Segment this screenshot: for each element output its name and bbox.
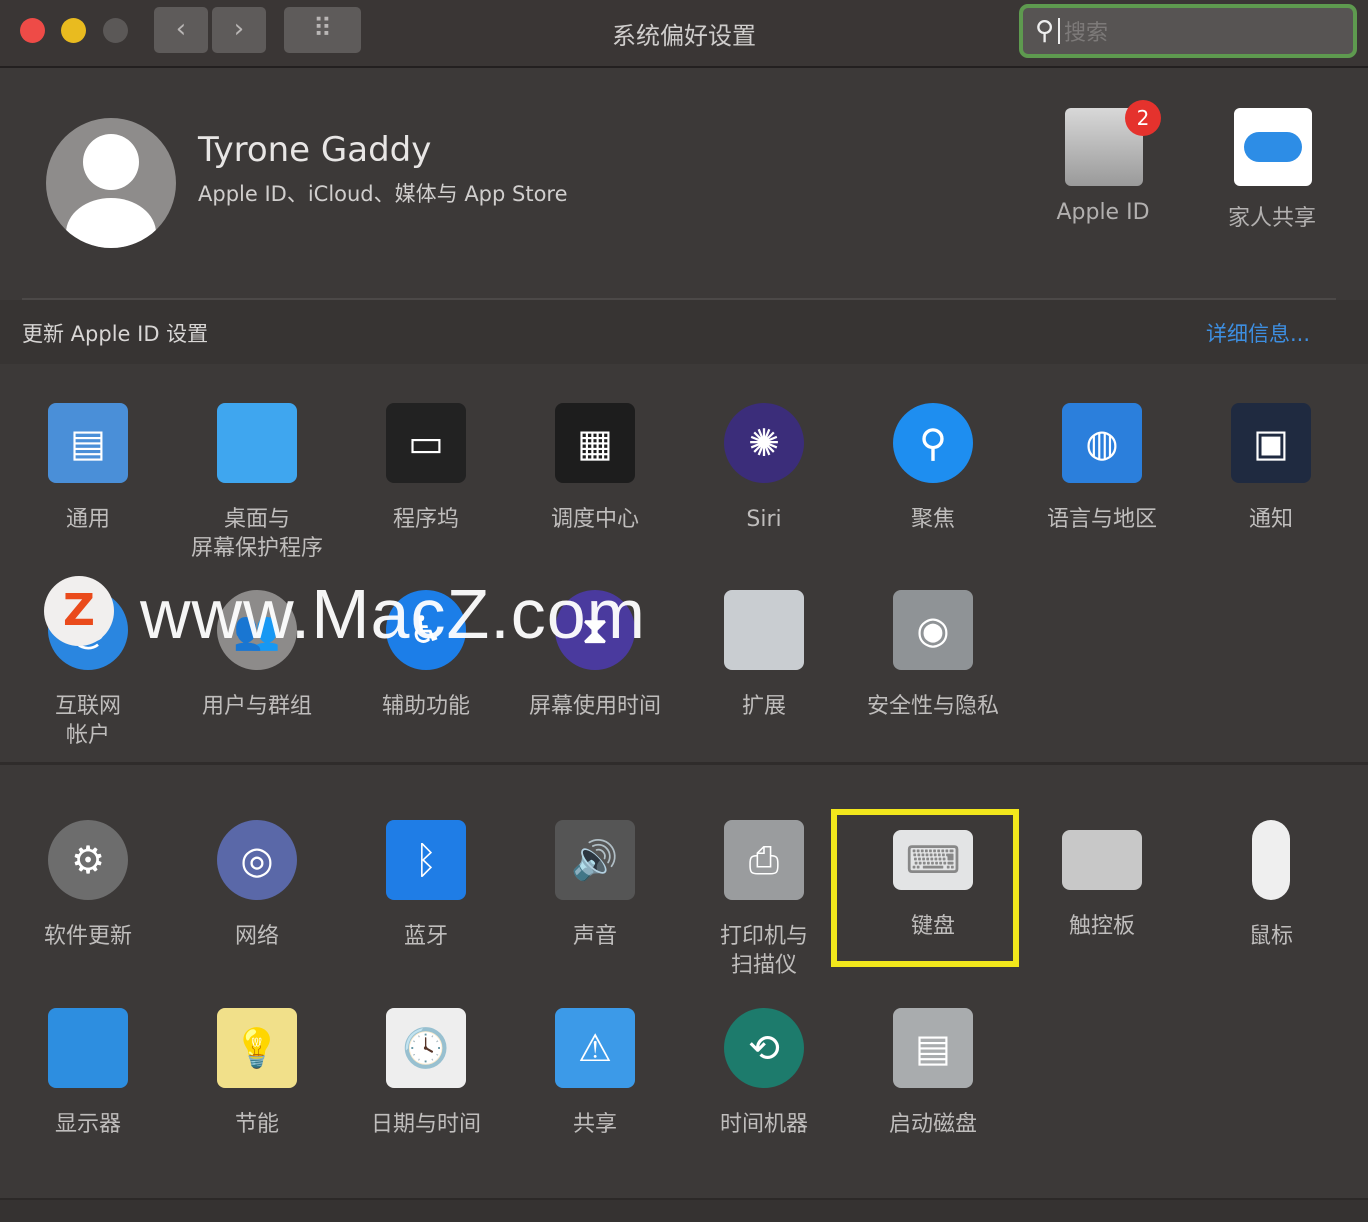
banner-text: 更新 Apple ID 设置 [22, 322, 209, 346]
pane-label: 鼠标 [1248, 924, 1293, 949]
section-divider [0, 762, 1368, 765]
title-bar: ‹ › ⠿ 系统偏好设置 ⚲ 搜索 [0, 0, 1368, 68]
mission-control-icon: ▦ [555, 403, 635, 483]
search-placeholder: 搜索 [1064, 21, 1109, 46]
pane-bluetooth[interactable]: ᛒ 蓝牙 [346, 820, 506, 951]
notifications-icon: ▣ [1231, 403, 1311, 483]
pane-label: 触控板 [1068, 914, 1135, 939]
pane-startup-disk[interactable]: ▤ 启动磁盘 [853, 1008, 1013, 1139]
network-icon: ◎ [217, 820, 297, 900]
pane-label: 蓝牙 [403, 924, 448, 949]
trackpad-icon [1062, 830, 1142, 890]
pane-label: 节能 [234, 1112, 279, 1137]
apple-id-label[interactable]: Apple ID [1018, 200, 1188, 225]
time-machine-icon: ⟲ [724, 1008, 804, 1088]
watermark-text: www.MacZ.com [140, 575, 646, 653]
pane-extensions[interactable]: 扩展 [684, 590, 844, 721]
pane-label: 网络 [234, 924, 279, 949]
pane-energy-saver[interactable]: 💡 节能 [177, 1008, 337, 1139]
apple-id-update-banner: 更新 Apple ID 设置 详细信息... [0, 300, 1368, 364]
siri-icon: ✺ [724, 403, 804, 483]
pane-dock[interactable]: ▭ 程序坞 [346, 403, 506, 534]
pane-sharing[interactable]: ⚠ 共享 [515, 1008, 675, 1139]
date-time-icon: 🕓 [386, 1008, 466, 1088]
family-sharing-icon[interactable] [1234, 108, 1312, 186]
search-icon: ⚲ [1035, 16, 1055, 46]
bottom-divider [0, 1198, 1368, 1222]
pane-label: 用户与群组 [201, 694, 312, 719]
pane-label: 启动磁盘 [888, 1112, 977, 1137]
avatar[interactable] [46, 118, 176, 248]
pane-security[interactable]: ◉ 安全性与隐私 [853, 590, 1013, 721]
pane-displays[interactable]: 显示器 [8, 1008, 168, 1139]
pane-label: Siri [746, 507, 782, 532]
pane-spotlight[interactable]: ⚲ 聚焦 [853, 403, 1013, 534]
family-sharing-label[interactable]: 家人共享 [1187, 200, 1357, 232]
apple-id-badge: 2 [1125, 100, 1161, 136]
pane-mission-control[interactable]: ▦ 调度中心 [515, 403, 675, 534]
security-icon: ◉ [893, 590, 973, 670]
pane-time-machine[interactable]: ⟲ 时间机器 [684, 1008, 844, 1139]
extensions-icon [724, 590, 804, 670]
printer-icon: ⎙ [724, 820, 804, 900]
sharing-icon: ⚠ [555, 1008, 635, 1088]
pane-label: 显示器 [54, 1112, 121, 1137]
pane-printer[interactable]: ⎙ 打印机与 扫描仪 [684, 820, 844, 980]
watermark-logo: Z [44, 576, 114, 646]
pane-sound[interactable]: 🔊 声音 [515, 820, 675, 951]
pane-label: 通用 [65, 507, 110, 532]
sound-icon: 🔊 [555, 820, 635, 900]
pane-language[interactable]: ◍ 语言与地区 [1022, 403, 1182, 534]
startup-disk-icon: ▤ [893, 1008, 973, 1088]
pane-label: 声音 [572, 924, 617, 949]
pane-notifications[interactable]: ▣ 通知 [1191, 403, 1351, 534]
pane-desktop[interactable]: 桌面与 屏幕保护程序 [177, 403, 337, 563]
keyboard-highlight [831, 809, 1019, 967]
pane-label: 扩展 [741, 694, 786, 719]
pane-label: 安全性与隐私 [866, 694, 999, 719]
pane-label: 打印机与 扫描仪 [719, 924, 808, 978]
pane-label: 屏幕使用时间 [528, 694, 661, 719]
energy-saver-icon: 💡 [217, 1008, 297, 1088]
desktop-icon [217, 403, 297, 483]
dock-icon: ▭ [386, 403, 466, 483]
pane-label: 语言与地区 [1046, 507, 1157, 532]
pane-label: 日期与时间 [370, 1112, 481, 1137]
pane-label: 互联网 帐户 [54, 694, 121, 748]
pane-label: 辅助功能 [381, 694, 470, 719]
pane-network[interactable]: ◎ 网络 [177, 820, 337, 951]
pane-label: 调度中心 [550, 507, 639, 532]
pane-label: 通知 [1248, 507, 1293, 532]
pane-label: 程序坞 [392, 507, 459, 532]
pane-general[interactable]: ▤ 通用 [8, 403, 168, 534]
pane-label: 时间机器 [719, 1112, 808, 1137]
pane-software-update[interactable]: ⚙ 软件更新 [8, 820, 168, 951]
pane-mouse[interactable]: 鼠标 [1191, 820, 1351, 951]
pane-label: 共享 [572, 1112, 617, 1137]
pane-trackpad[interactable]: 触控板 [1022, 820, 1182, 941]
pane-label: 桌面与 屏幕保护程序 [190, 507, 323, 561]
spotlight-icon: ⚲ [893, 403, 973, 483]
pane-label: 聚焦 [910, 507, 955, 532]
software-update-icon: ⚙ [48, 820, 128, 900]
displays-icon [48, 1008, 128, 1088]
pane-siri[interactable]: ✺ Siri [684, 403, 844, 534]
mouse-icon [1252, 820, 1290, 900]
pane-label: 软件更新 [43, 924, 132, 949]
search-input[interactable]: ⚲ 搜索 [1019, 4, 1357, 58]
details-link[interactable]: 详细信息... [1206, 318, 1310, 348]
user-name: Tyrone Gaddy [198, 130, 432, 170]
pane-date-time[interactable]: 🕓 日期与时间 [346, 1008, 506, 1139]
bluetooth-icon: ᛒ [386, 820, 466, 900]
general-icon: ▤ [48, 403, 128, 483]
language-icon: ◍ [1062, 403, 1142, 483]
user-subtitle: Apple ID、iCloud、媒体与 App Store [198, 182, 568, 206]
